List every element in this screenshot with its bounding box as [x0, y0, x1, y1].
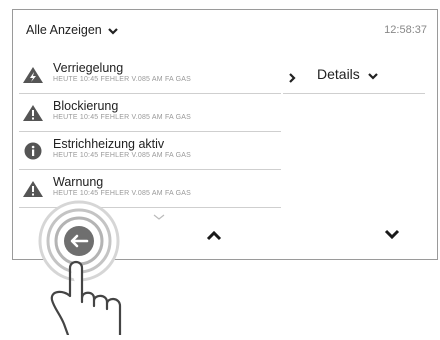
filter-label: Alle Anzeigen [26, 23, 102, 37]
list-item[interactable]: Estrichheizung aktiv HEUTE 10:45 FEHLER … [19, 132, 281, 170]
info-icon [22, 142, 44, 160]
message-subtitle: HEUTE 10:45 FEHLER V.085 AM FA GAS [53, 190, 192, 197]
list-item[interactable]: Verriegelung HEUTE 10:45 FEHLER V.085 AM… [19, 56, 281, 94]
message-subtitle: HEUTE 10:45 FEHLER V.085 AM FA GAS [53, 152, 192, 159]
message-title: Blockierung [53, 99, 119, 113]
scroll-up-button[interactable] [206, 228, 222, 246]
message-title: Estrichheizung aktiv [53, 137, 165, 151]
hand-pointer-icon [30, 240, 160, 340]
message-title: Verriegelung [53, 61, 124, 75]
chevron-down-icon [367, 67, 378, 83]
warning-icon [22, 180, 44, 198]
message-title: Warnung [53, 175, 104, 189]
warning-bolt-icon [22, 66, 44, 84]
filter-dropdown[interactable]: Alle Anzeigen [26, 23, 119, 38]
clock: 12:58:37 [384, 24, 427, 36]
chevron-right-icon [289, 70, 296, 88]
message-list: Verriegelung HEUTE 10:45 FEHLER V.085 AM… [19, 56, 281, 208]
details-label: Details [317, 66, 360, 82]
scroll-down-button[interactable] [384, 226, 400, 244]
header: Alle Anzeigen 12:58:37 [26, 23, 427, 43]
warning-icon [22, 104, 44, 122]
list-item[interactable]: Blockierung HEUTE 10:45 FEHLER V.085 AM … [19, 94, 281, 132]
scroll-more-icon [153, 208, 165, 226]
message-subtitle: HEUTE 10:45 FEHLER V.085 AM FA GAS [53, 76, 192, 83]
detail-panel: Details [283, 56, 425, 94]
details-dropdown[interactable]: Details [317, 66, 378, 83]
chevron-down-icon [108, 24, 119, 38]
message-subtitle: HEUTE 10:45 FEHLER V.085 AM FA GAS [53, 114, 192, 121]
